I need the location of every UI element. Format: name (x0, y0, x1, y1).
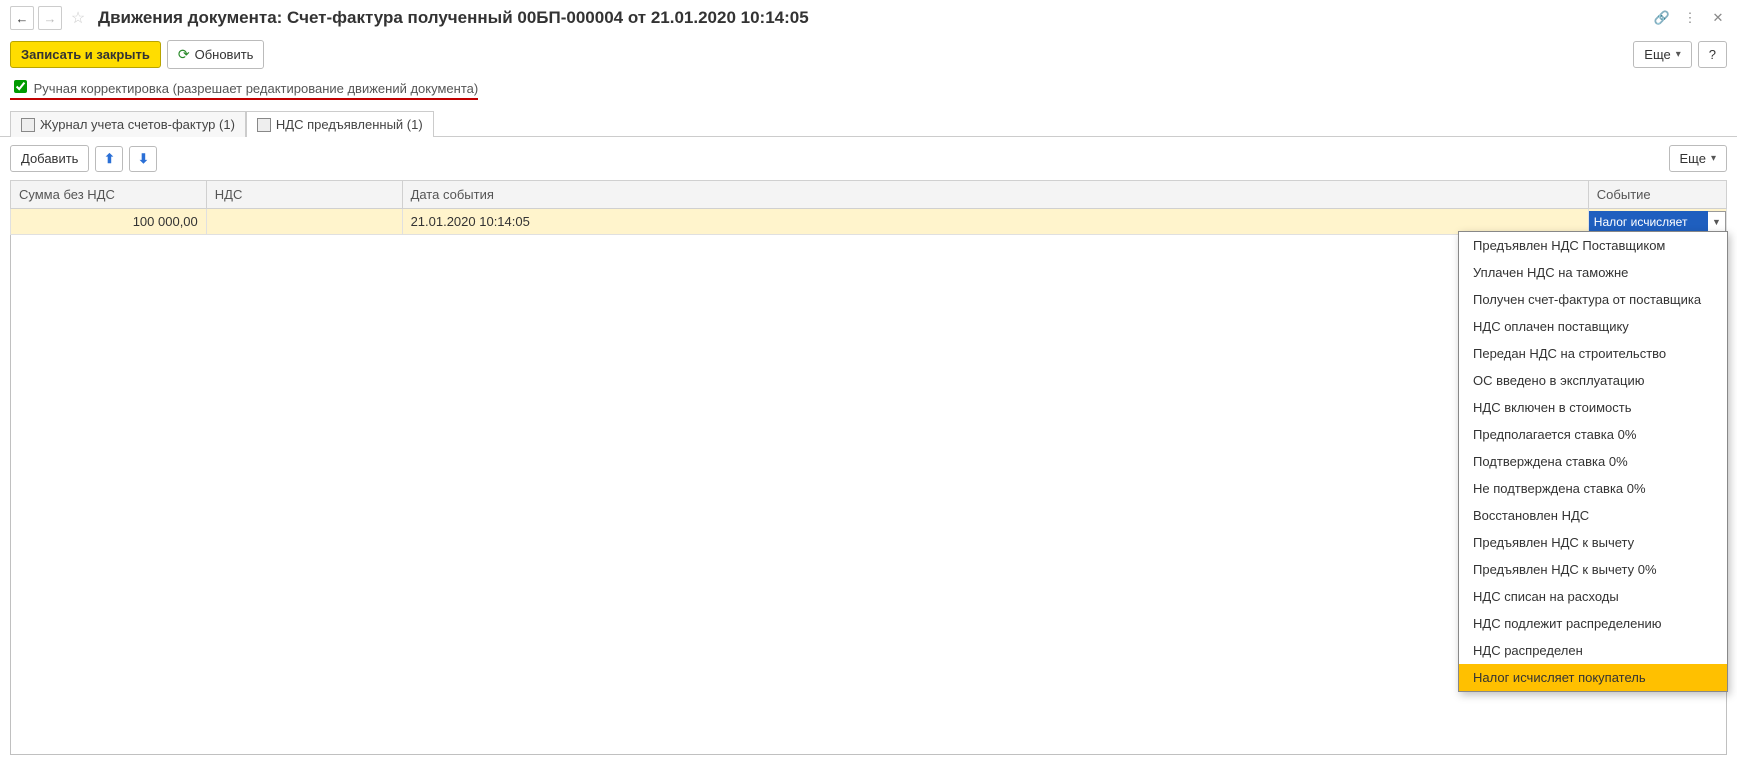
window-header: ← → ☆ Движения документа: Счет-фактура п… (0, 0, 1737, 36)
col-sum-header[interactable]: Сумма без НДС (11, 181, 207, 209)
dropdown-item[interactable]: НДС распределен (1459, 637, 1727, 664)
move-up-button[interactable]: ⬆ (95, 146, 123, 172)
event-editor: Налог исчисляет ▼ (1589, 211, 1726, 233)
tab-label: Журнал учета счетов-фактур (1) (40, 117, 235, 132)
col-event-header[interactable]: Событие (1588, 181, 1726, 209)
refresh-label: Обновить (195, 47, 254, 62)
tab-bar: Журнал учета счетов-фактур (1) НДС предъ… (0, 110, 1737, 137)
tab-content: Добавить ⬆ ⬇ Еще Сумма без НДС НДС Дата … (0, 137, 1737, 763)
dropdown-item[interactable]: Передан НДС на строительство (1459, 340, 1727, 367)
close-icon[interactable]: ✕ (1709, 10, 1727, 26)
event-dropdown-list: Предъявлен НДС ПоставщикомУплачен НДС на… (1458, 231, 1728, 692)
tab-label: НДС предъявленный (1) (276, 117, 423, 132)
grid-icon (257, 118, 271, 132)
tab-journal[interactable]: Журнал учета счетов-фактур (1) (10, 111, 246, 137)
help-button[interactable]: ? (1698, 41, 1727, 68)
move-down-button[interactable]: ⬇ (129, 146, 157, 172)
dropdown-item[interactable]: Получен счет-фактура от поставщика (1459, 286, 1727, 313)
dropdown-item[interactable]: Восстановлен НДС (1459, 502, 1727, 529)
add-button[interactable]: Добавить (10, 145, 89, 172)
dropdown-item[interactable]: НДС списан на расходы (1459, 583, 1727, 610)
refresh-icon: ⟳ (178, 46, 190, 63)
dropdown-item[interactable]: ОС введено в эксплуатацию (1459, 367, 1727, 394)
save-close-button[interactable]: Записать и закрыть (10, 41, 161, 68)
nav-back-button[interactable]: ← (10, 6, 34, 30)
dropdown-item[interactable]: НДС оплачен поставщику (1459, 313, 1727, 340)
event-dropdown-toggle[interactable]: ▼ (1708, 211, 1726, 233)
dropdown-item[interactable]: Налог исчисляет покупатель (1459, 664, 1727, 691)
table-row[interactable]: 100 000,00 21.01.2020 10:14:05 Налог исч… (11, 209, 1727, 235)
cell-nds[interactable] (206, 209, 402, 235)
cell-event[interactable]: Налог исчисляет ▼ Предъявлен НДС Поставщ… (1588, 209, 1726, 235)
header-row: Сумма без НДС НДС Дата события Событие (11, 181, 1727, 209)
dropdown-item[interactable]: Предъявлен НДС к вычету 0% (1459, 556, 1727, 583)
dropdown-item[interactable]: Предъявлен НДС Поставщиком (1459, 232, 1727, 259)
tab-nds[interactable]: НДС предъявленный (1) (246, 111, 434, 137)
more-button[interactable]: Еще (1633, 41, 1691, 68)
header-controls: 🔗 ⋮ ✕ (1653, 10, 1727, 26)
dropdown-item[interactable]: НДС подлежит распределению (1459, 610, 1727, 637)
page-title: Движения документа: Счет-фактура получен… (98, 8, 1649, 28)
manual-edit-checkbox[interactable] (14, 80, 27, 93)
grid-icon (21, 118, 35, 132)
dropdown-item[interactable]: Уплачен НДС на таможне (1459, 259, 1727, 286)
dropdown-item[interactable]: Предъявлен НДС к вычету (1459, 529, 1727, 556)
dropdown-item[interactable]: НДС включен в стоимость (1459, 394, 1727, 421)
dropdown-item[interactable]: Предполагается ставка 0% (1459, 421, 1727, 448)
favorite-star-icon[interactable]: ☆ (66, 6, 90, 30)
menu-dots-icon[interactable]: ⋮ (1681, 10, 1699, 26)
link-icon[interactable]: 🔗 (1653, 10, 1671, 26)
main-toolbar: Записать и закрыть ⟳ Обновить Еще ? (0, 36, 1737, 73)
cell-sum[interactable]: 100 000,00 (11, 209, 207, 235)
manual-edit-label: Ручная корректировка (разрешает редактир… (34, 81, 479, 96)
col-nds-header[interactable]: НДС (206, 181, 402, 209)
sub-toolbar: Добавить ⬆ ⬇ Еще (10, 145, 1727, 172)
data-grid: Сумма без НДС НДС Дата события Событие 1… (10, 180, 1727, 235)
dropdown-item[interactable]: Подтверждена ставка 0% (1459, 448, 1727, 475)
sub-more-button[interactable]: Еще (1669, 145, 1727, 172)
col-date-header[interactable]: Дата события (402, 181, 1588, 209)
manual-edit-row: Ручная корректировка (разрешает редактир… (0, 73, 1737, 106)
dropdown-item[interactable]: Не подтверждена ставка 0% (1459, 475, 1727, 502)
refresh-button[interactable]: ⟳ Обновить (167, 40, 265, 69)
cell-date[interactable]: 21.01.2020 10:14:05 (402, 209, 1588, 235)
nav-forward-button[interactable]: → (38, 6, 62, 30)
event-input[interactable]: Налог исчисляет (1589, 211, 1708, 233)
